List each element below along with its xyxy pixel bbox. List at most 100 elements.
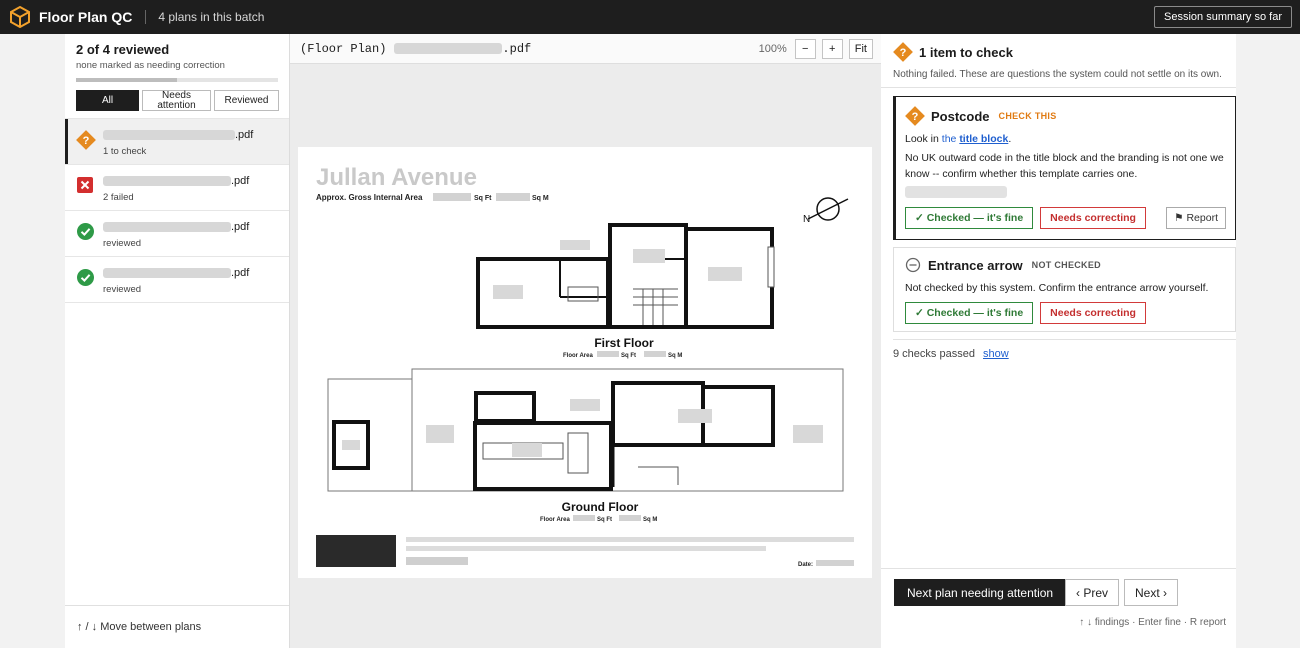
not-checked-circle-icon: [905, 257, 921, 273]
gia-label: Approx. Gross Internal Area: [316, 193, 423, 202]
redacted-filename: [103, 130, 235, 140]
passed-summary: 9 checks passed show: [893, 348, 1009, 360]
redacted-value: [644, 351, 666, 357]
app-title: Floor Plan QC: [39, 9, 133, 25]
review-progress-bar: [76, 78, 278, 82]
show-passed-link[interactable]: show: [983, 348, 1009, 360]
question-diamond-icon: ?: [76, 130, 96, 150]
entrance-arrow-description: Not checked by this system. Confirm the …: [905, 282, 1209, 294]
list-item[interactable]: ? .pdf 1 to check: [65, 119, 289, 165]
next-button[interactable]: Next ›: [1124, 579, 1179, 606]
redacted-value: [597, 351, 619, 357]
filter-all[interactable]: All: [76, 90, 139, 111]
not-checked-badge: NOT CHECKED: [1031, 260, 1101, 270]
next-needing-attention-button[interactable]: Next plan needing attention: [894, 579, 1067, 606]
divider: [893, 339, 1236, 340]
redacted-filename: [103, 176, 231, 186]
postcode-title: Postcode: [931, 108, 990, 124]
plan-list-panel: 2 of 4 reviewed none marked as needing c…: [65, 34, 290, 648]
redacted-value: [619, 515, 641, 521]
ground-floor-plan: [332, 381, 775, 491]
entrance-arrow-check-card[interactable]: Entrance arrow NOT CHECKED Not checked b…: [893, 247, 1236, 332]
redacted-value: [433, 193, 471, 201]
prev-button[interactable]: ‹ Prev: [1065, 579, 1120, 606]
checked-fine-button[interactable]: ✓ Checked — it's fine: [905, 302, 1034, 324]
entrance-arrow-title: Entrance arrow: [928, 257, 1023, 273]
svg-text:N: N: [803, 214, 810, 225]
postcode-description: No UK outward code in the title block an…: [905, 152, 1224, 180]
first-floor-sqft-unit: Sq Ft: [621, 353, 636, 359]
document-prefix: (Floor Plan): [300, 41, 387, 56]
postcode-location: Look in the title block.: [905, 131, 1225, 147]
redacted-room-labels: [342, 399, 823, 457]
north-compass-icon: N: [803, 197, 849, 225]
redacted-room-labels: [493, 240, 742, 299]
fit-button[interactable]: Fit: [848, 39, 873, 59]
filter-reviewed[interactable]: Reviewed: [214, 90, 279, 111]
plan-file-list: ? .pdf 1 to check .pdf 2 failed .pdf rev…: [65, 118, 289, 303]
redacted-value: [496, 193, 530, 201]
file-name: .pdf: [103, 129, 253, 141]
redacted-value: [573, 515, 595, 521]
zoom-controls: 100% − + Fit: [759, 39, 873, 59]
postcode-check-card[interactable]: ? Postcode CHECK THIS Look in the title …: [893, 96, 1236, 240]
look-in-suffix: .: [1008, 133, 1012, 145]
check-circle-icon: [77, 269, 94, 286]
floor-plan-page[interactable]: Jullan Avenue Approx. Gross Internal Are…: [298, 147, 872, 578]
redacted-disclaimer: [406, 557, 468, 565]
postcode-actions: ✓ Checked — it's fine Needs correcting: [905, 207, 1146, 229]
gia-sqm-unit: Sq M: [532, 195, 549, 202]
file-status: 1 to check: [103, 146, 147, 157]
gia-sqft-unit: Sq Ft: [474, 195, 492, 202]
results-header: ? 1 item to check Nothing failed. These …: [881, 34, 1236, 88]
session-summary-button[interactable]: Session summary so far: [1154, 6, 1292, 28]
redacted-branding-logo: [316, 535, 396, 567]
needs-correcting-button[interactable]: Needs correcting: [1040, 207, 1146, 229]
list-item[interactable]: .pdf reviewed: [65, 211, 289, 257]
plan-title: Jullan Avenue: [316, 164, 477, 191]
redacted-disclaimer: [406, 546, 766, 551]
file-status: 2 failed: [103, 192, 134, 203]
redacted-document-name: [394, 43, 503, 54]
top-bar: Floor Plan QC 4 plans in this batch Sess…: [0, 0, 1300, 34]
needs-correcting-button[interactable]: Needs correcting: [1040, 302, 1146, 324]
viewer-toolbar: (Floor Plan) .pdf 100% − + Fit: [290, 34, 881, 64]
first-floor-sqm-unit: Sq M: [668, 353, 682, 359]
zoom-in-button[interactable]: +: [821, 39, 843, 59]
zoom-out-button[interactable]: −: [794, 39, 816, 59]
check-this-badge: CHECK THIS: [998, 111, 1057, 121]
svg-text:?: ?: [912, 111, 919, 123]
file-extension: .pdf: [231, 267, 250, 279]
keyboard-hint: ↑ / ↓ Move between plans: [65, 605, 289, 648]
report-button[interactable]: ⚑ Report: [1166, 207, 1226, 229]
title-block-link[interactable]: title block: [959, 133, 1008, 145]
file-extension: .pdf: [231, 221, 250, 233]
date-label: Date:: [798, 562, 813, 568]
app-logo-icon: [10, 6, 30, 28]
filter-needs-attention[interactable]: Needs attention: [142, 90, 211, 111]
checked-fine-button[interactable]: ✓ Checked — it's fine: [905, 207, 1034, 229]
list-item[interactable]: .pdf 2 failed: [65, 165, 289, 211]
file-status: reviewed: [103, 284, 142, 295]
entrance-actions: ✓ Checked — it's fine Needs correcting: [905, 302, 1146, 324]
look-in-prefix: Look in: [905, 133, 939, 145]
question-diamond-icon: ?: [893, 42, 913, 62]
first-floor-label: First Floor: [594, 336, 654, 350]
reviewed-subtitle: none marked as needing correction: [76, 60, 225, 71]
zoom-level: 100%: [758, 43, 787, 55]
redacted-disclaimer: [406, 537, 854, 542]
file-status: reviewed: [103, 238, 142, 249]
svg-text:?: ?: [83, 135, 90, 147]
question-diamond-icon: ?: [905, 106, 925, 126]
passed-count: 9 checks passed: [893, 348, 975, 360]
keyboard-shortcuts-hint: ↑ ↓ findings · Enter fine · R report: [1079, 617, 1226, 628]
file-name: .pdf: [103, 267, 249, 279]
file-extension: .pdf: [235, 129, 254, 141]
check-results-panel: ? 1 item to check Nothing failed. These …: [881, 34, 1236, 648]
ground-floor-sqft-unit: Sq Ft: [597, 517, 612, 523]
list-item[interactable]: .pdf reviewed: [65, 257, 289, 303]
filter-tabs: All Needs attention Reviewed: [76, 90, 279, 111]
batch-label: 4 plans in this batch: [158, 10, 265, 24]
svg-text:?: ?: [900, 47, 907, 59]
redacted-filename: [103, 268, 231, 278]
